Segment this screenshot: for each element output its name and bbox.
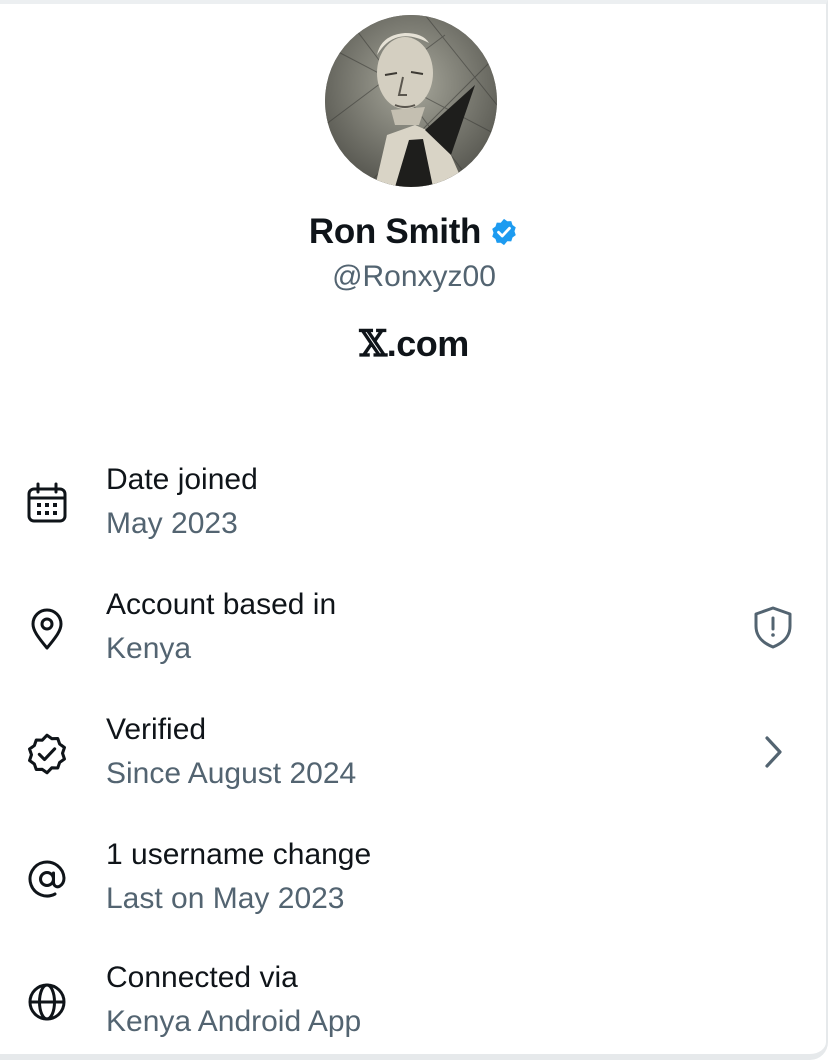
row-text: 1 username change Last on May 2023	[106, 836, 371, 918]
info-row-verified[interactable]: Verified Since August 2024	[0, 705, 828, 805]
row-title: 1 username change	[106, 838, 372, 871]
row-text: Connected via Kenya Android App	[106, 959, 361, 1041]
row-text: Account based in Kenya	[106, 586, 336, 668]
globe-icon	[24, 979, 70, 1025]
name-row: Ron Smith	[0, 212, 828, 252]
info-row-date-joined: Date joined May 2023	[0, 455, 828, 555]
verified-badge-outline-icon	[24, 731, 70, 777]
avatar-image	[325, 15, 497, 187]
site-label: 𝕏.com	[0, 323, 828, 365]
user-handle: @Ronxyz00	[332, 260, 496, 293]
shield-alert-icon[interactable]	[748, 602, 798, 652]
at-sign-icon	[24, 856, 70, 902]
row-text: Date joined May 2023	[106, 461, 258, 543]
row-subtitle: Kenya	[106, 632, 192, 665]
row-subtitle: May 2023	[106, 507, 238, 540]
row-text: Verified Since August 2024	[106, 711, 356, 793]
row-title: Date joined	[106, 463, 258, 496]
site-domain: .com	[386, 323, 470, 364]
row-subtitle: Kenya Android App	[106, 1005, 362, 1038]
display-name[interactable]: Ron Smith	[309, 212, 482, 252]
row-title: Connected via	[106, 961, 298, 994]
info-row-account-based-in[interactable]: Account based in Kenya	[0, 580, 828, 680]
calendar-icon	[24, 481, 70, 527]
row-subtitle: Last on May 2023	[106, 882, 345, 915]
x-logo-icon: 𝕏	[359, 323, 387, 365]
verified-badge-icon[interactable]	[489, 217, 519, 247]
row-subtitle: Since August 2024	[106, 757, 357, 790]
info-row-username-change: 1 username change Last on May 2023	[0, 830, 828, 930]
location-pin-icon	[24, 606, 70, 652]
info-row-connected-via: Connected via Kenya Android App	[0, 953, 828, 1053]
avatar[interactable]	[325, 15, 497, 187]
chevron-right-icon[interactable]	[748, 727, 798, 777]
row-title: Account based in	[106, 588, 337, 621]
row-title: Verified	[106, 713, 207, 746]
